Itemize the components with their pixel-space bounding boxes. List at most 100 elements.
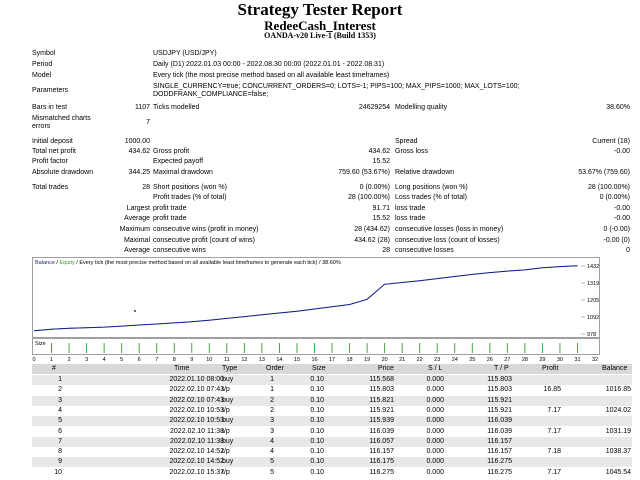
total-net-profit-label: Total net profit — [32, 148, 76, 155]
largest-loss-label: loss trade — [395, 205, 426, 212]
maximal-drawdown-value: 759.60 (53.67%) — [338, 169, 390, 176]
size-label: Size — [35, 341, 46, 347]
profit-trades-label: Profit trades (% of total) — [153, 194, 227, 201]
max-cons-wins-value: 28 (434.62) — [354, 226, 390, 233]
profit-trades-value: 28 (100.00%) — [347, 194, 390, 201]
table-cell: 115.803 — [369, 386, 394, 394]
table-cell: 2022.02.10 11:38 — [170, 437, 224, 445]
expected-payoff-label: Expected payoff — [153, 158, 204, 165]
x-tick-label: 31 — [574, 357, 580, 363]
table-cell: 0.000 — [426, 427, 444, 435]
loss-trades-label: Loss trades (% of total) — [395, 194, 467, 201]
avg-cons-losses-value: 0 — [626, 247, 630, 254]
x-tick-label: 12 — [241, 357, 247, 363]
x-tick-label: 20 — [382, 357, 388, 363]
x-tick-label: 25 — [469, 357, 475, 363]
x-tick-label: 9 — [190, 357, 193, 363]
table-cell: 0.10 — [310, 376, 324, 383]
parameters-label: Parameters — [32, 87, 69, 94]
table-cell: 0.10 — [310, 406, 324, 414]
x-tick-label: 14 — [276, 357, 282, 363]
table-cell: 16.85 — [543, 386, 561, 394]
table-cell: 3 — [270, 427, 274, 435]
table-row: 9 2022.02.10 14:52 buy 5 0.10 116.175 0.000 116… — [32, 457, 632, 468]
col-sl: S / L — [428, 365, 443, 372]
table-cell: 0.000 — [426, 386, 444, 394]
table-cell: 1 — [58, 376, 62, 383]
table-cell: 2022.02.10 11:38 — [170, 427, 224, 435]
long-positions-value: 28 (100.00%) — [587, 184, 630, 191]
ticks-value: 24629254 — [358, 104, 390, 111]
table-cell: 3 — [58, 396, 62, 404]
mismatch-dot — [134, 310, 136, 312]
y-tick-label: 1319 — [587, 281, 599, 287]
table-cell: 0.10 — [310, 448, 324, 456]
table-cell: 116.157 — [369, 448, 394, 456]
maximal-cons-loss-value: -0.00 (0) — [603, 237, 630, 244]
table-cell: 115.803 — [487, 386, 512, 394]
table-cell: 115.921 — [369, 406, 394, 414]
table-cell: t/p — [222, 468, 230, 476]
table-cell: 5 — [270, 458, 274, 466]
col-time: Time — [174, 365, 190, 372]
symbol-label: Symbol — [32, 50, 56, 57]
initial-deposit-label: Initial deposit — [32, 138, 73, 145]
spread-value: Current (18) — [592, 138, 630, 145]
avg-cons-wins-value: 28 — [382, 247, 390, 254]
table-cell: 0.10 — [310, 468, 324, 476]
table-cell: 2022.01.10 08:00 — [169, 376, 225, 383]
expected-payoff-value: 15.52 — [372, 158, 390, 165]
table-cell: 7 — [58, 437, 62, 445]
table-row: 8 2022.02.10 14:52 t/p 4 0.10 116.157 0.000 116… — [32, 447, 632, 458]
x-tick-label: 27 — [504, 357, 510, 363]
table-cell: 116.039 — [487, 427, 512, 435]
average2-label: Average — [124, 247, 150, 254]
table-cell: 115.921 — [487, 406, 512, 414]
table-cell: buy — [222, 396, 234, 404]
avg-cons-losses-label: consecutive losses — [395, 247, 454, 254]
col-num: # — [52, 365, 56, 372]
table-cell: 1 — [270, 376, 274, 383]
loss-trades-value: 0 (0.00%) — [599, 194, 630, 201]
table-cell: 4 — [270, 437, 274, 445]
server-name: OANDA-v20 Live-1 (Build 1353) — [264, 31, 376, 40]
avg-cons-wins-label: consecutive wins — [153, 247, 206, 254]
table-cell: 0.000 — [426, 437, 444, 445]
max-cons-losses-label: consecutive losses (loss in money) — [395, 226, 504, 233]
profit-factor-label: Profit factor — [32, 158, 68, 165]
x-tick-label: 30 — [557, 357, 563, 363]
x-tick-label: 24 — [452, 357, 458, 363]
table-cell: t/p — [222, 427, 230, 435]
table-cell: 1038.37 — [605, 448, 631, 456]
average-loss-value: -0.00 — [614, 215, 630, 222]
table-cell: 2022.02.10 10:53 — [169, 417, 225, 425]
table-cell: buy — [222, 376, 234, 383]
x-tick-label: 23 — [434, 357, 440, 363]
table-cell: 116.039 — [487, 417, 512, 425]
col-tp: T / P — [494, 365, 509, 372]
table-cell: 1045.54 — [605, 468, 631, 476]
absolute-drawdown-value: 344.25 — [128, 169, 150, 176]
table-cell: 116.275 — [487, 458, 512, 466]
table-cell: buy — [222, 437, 234, 445]
average-profit-label: profit trade — [153, 215, 187, 222]
table-cell: 5 — [58, 417, 62, 425]
x-tick-label: 16 — [311, 357, 317, 363]
table-cell: 8 — [58, 448, 62, 456]
y-tick-label: 978 — [587, 332, 596, 338]
maximal-label: Maximal — [123, 237, 150, 244]
table-row: 2 2022.02.10 07:43 t/p 1 0.10 115.803 0.000 115… — [32, 385, 632, 396]
gross-loss-label: Gross loss — [395, 148, 429, 155]
table-cell: 0.000 — [426, 458, 444, 466]
maximal-cons-profit-label: consecutive profit (count of wins) — [153, 237, 255, 244]
table-cell: 116.039 — [369, 427, 394, 435]
table-row: 6 2022.02.10 11:38 t/p 3 0.10 116.039 0.000 116… — [32, 426, 632, 437]
quality-label: Modelling quality — [395, 104, 448, 111]
table-cell: 115.921 — [487, 396, 512, 404]
table-cell: 0.10 — [310, 396, 324, 404]
col-size: Size — [312, 365, 326, 372]
table-cell: 116.157 — [487, 437, 512, 445]
x-tick-label: 15 — [294, 357, 300, 363]
period-value: Daily (D1) 2022.01.03 00:00 - 2022.08.30… — [153, 61, 385, 68]
table-row: 5 2022.02.10 10:53 buy 3 0.10 115.939 0.000 116… — [32, 416, 632, 427]
